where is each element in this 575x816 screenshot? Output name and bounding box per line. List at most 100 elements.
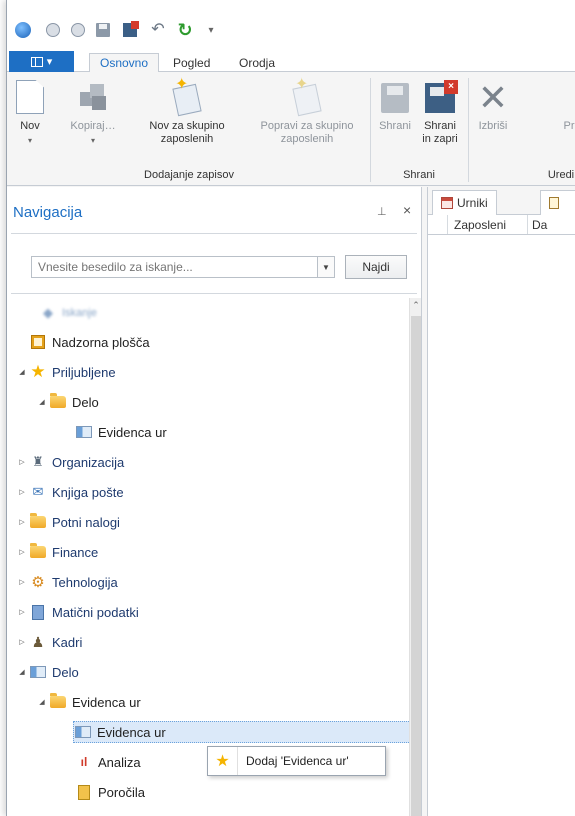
collapse-arrow-icon[interactable]: ◢ <box>37 698 47 706</box>
expand-arrow-icon[interactable]: ▷ <box>17 518 27 526</box>
file-menu-button[interactable]: ▾ <box>9 51 74 72</box>
tree-item-delo[interactable]: ◢ Delo <box>17 661 79 683</box>
group-separator <box>468 78 469 182</box>
delete-x-icon: ✕ <box>477 77 509 118</box>
expand-arrow-icon[interactable]: ▷ <box>17 488 27 496</box>
tree-item-label: Potni nalogi <box>52 514 120 530</box>
delete-button-label: Izbriši <box>478 120 508 132</box>
tree-item-evidenca-selected[interactable]: Evidenca ur <box>73 721 413 743</box>
cut-off-button[interactable]: Pr <box>557 80 575 133</box>
forward-icon[interactable] <box>68 20 88 40</box>
person-icon: ♟ <box>31 633 45 650</box>
tree-item-potni-nalogi[interactable]: ▷ Potni nalogi <box>17 511 120 533</box>
tree-item-label: Knjiga pošte <box>52 484 124 500</box>
search-button[interactable]: Najdi <box>345 255 407 279</box>
navigation-tree: ◆ Iskanje Nadzorna plošča ◢ ★ Priljublje… <box>11 298 413 816</box>
fix-for-group-button[interactable]: ✦ Popravi za skupino zaposlenih <box>249 77 365 146</box>
expand-arrow-icon[interactable]: ▷ <box>17 638 27 646</box>
chevron-up-icon[interactable]: ⌃ <box>410 300 422 312</box>
save-close-icon[interactable] <box>120 20 140 40</box>
back-icon[interactable] <box>43 20 63 40</box>
tree-item-porocila[interactable]: Poročila <box>75 781 145 803</box>
tree-item-label: Evidenca ur <box>72 694 141 710</box>
tree-item-analiza[interactable]: ıl Analiza <box>75 751 141 773</box>
save-button-label: Shrani <box>379 120 411 132</box>
tree-item-favorites-delo[interactable]: ◢ Delo <box>37 391 99 413</box>
calendar-icon <box>441 197 453 209</box>
pin-icon[interactable]: ⊥ <box>377 205 387 218</box>
tab-orodja[interactable]: Orodja <box>229 53 285 73</box>
tree-item-dashboard[interactable]: Nadzorna plošča <box>17 331 150 353</box>
work-icon <box>30 666 46 678</box>
menu-grid-icon <box>30 56 43 67</box>
expand-arrow-icon[interactable]: ▷ <box>17 578 27 586</box>
divider <box>11 293 417 294</box>
divider <box>11 233 417 234</box>
refresh-icon[interactable]: ↻ <box>175 20 195 40</box>
tree-item-favorites-evidenca[interactable]: Evidenca ur <box>75 421 167 443</box>
column-header-da[interactable]: Da <box>528 215 547 234</box>
tab-label: Urniki <box>457 196 488 210</box>
cut-off-button-label: Pr <box>563 120 575 132</box>
tree-item-maticni-podatki[interactable]: ▷ Matični podatki <box>17 601 139 623</box>
add-to-favorites-menu[interactable]: ★ Dodaj 'Evidenca ur' <box>207 746 386 776</box>
tree-item-label: Evidenca ur <box>97 724 166 740</box>
collapse-arrow-icon[interactable]: ◢ <box>37 398 47 406</box>
tree-item-kadri[interactable]: ▷ ♟ Kadri <box>17 631 82 653</box>
tree-item-finance[interactable]: ▷ Finance <box>17 541 98 563</box>
customize-toolbar-icon[interactable]: ▾ <box>201 20 221 40</box>
add-to-favorites-label: Dodaj 'Evidenca ur' <box>246 754 349 768</box>
save-icon[interactable] <box>93 20 113 40</box>
tree-item-delo-evidenca[interactable]: ◢ Evidenca ur <box>37 691 141 713</box>
expand-arrow-icon[interactable]: ▷ <box>17 548 27 556</box>
tree-item-tehnologija[interactable]: ▷ ⚙ Tehnologija <box>17 571 118 593</box>
tree-item-label: Delo <box>52 664 79 680</box>
star-icon: ★ <box>30 362 46 381</box>
expand-arrow-icon[interactable]: ▷ <box>17 458 27 466</box>
tree-item-organizacija[interactable]: ▷ ♜ Organizacija <box>17 451 124 473</box>
folder-icon <box>50 393 66 408</box>
new-for-group-label-2: zaposlenih <box>160 133 214 145</box>
tab-urniki[interactable]: Urniki <box>432 190 497 215</box>
new-button[interactable]: Nov ▾ <box>13 80 47 147</box>
delete-button[interactable]: ✕ Izbriši <box>473 80 513 133</box>
ribbon-tab-bar: ▾ Osnovno Pogled Orodja <box>7 50 575 73</box>
search-dropdown-button[interactable]: ▼ <box>317 256 335 278</box>
new-for-group-label-1: Nov za skupino <box>149 120 225 132</box>
save-icon <box>381 83 409 113</box>
tree-item-knjiga-poste[interactable]: ▷ ✉ Knjiga pošte <box>17 481 124 503</box>
scrollbar-thumb[interactable] <box>411 316 421 816</box>
group-label-uredi: Uredi <box>547 169 575 181</box>
tab-pogled[interactable]: Pogled <box>163 53 220 73</box>
dropdown-arrow-icon: ▾ <box>46 56 53 68</box>
save-button[interactable]: Shrani <box>377 80 413 133</box>
collapse-arrow-icon[interactable]: ◢ <box>17 368 27 376</box>
navigation-title: Navigacija <box>13 204 83 221</box>
copy-button[interactable]: Kopiraj… ▾ <box>63 80 123 147</box>
time-record-icon <box>76 426 92 438</box>
tree-item-label: Matični podatki <box>52 604 139 620</box>
chevron-down-icon: ▾ <box>27 136 32 145</box>
tab-second[interactable] <box>540 190 575 215</box>
tree-item-label: Priljubljene <box>52 364 116 380</box>
search-input[interactable] <box>31 256 320 278</box>
report-icon <box>78 784 90 800</box>
tree-item-label: Poročila <box>98 784 145 800</box>
organization-icon: ♜ <box>32 454 44 469</box>
scrollbar[interactable]: ⌃ <box>409 298 421 816</box>
new-for-group-button[interactable]: ✦ Nov za skupino zaposlenih <box>137 77 237 146</box>
folder-icon <box>30 513 46 528</box>
collapse-arrow-icon[interactable]: ◢ <box>17 668 27 676</box>
expand-arrow-icon[interactable]: ▷ <box>17 608 27 616</box>
column-header-zaposleni[interactable]: Zaposleni <box>448 215 528 234</box>
tree-item-favorites[interactable]: ◢ ★ Priljubljene <box>17 361 116 383</box>
app-orb-icon[interactable] <box>13 20 33 40</box>
tree-item-blurred[interactable]: ◆ Iskanje <box>39 302 97 324</box>
tree-item-label: Organizacija <box>52 454 125 470</box>
close-icon[interactable]: × <box>403 202 411 218</box>
undo-icon[interactable]: ↶ <box>148 20 168 40</box>
save-and-close-button[interactable]: × Shrani in zapri <box>419 80 461 146</box>
group-separator <box>370 78 371 182</box>
tab-osnovno[interactable]: Osnovno <box>89 53 160 73</box>
tree-item-label: Tehnologija <box>52 574 118 590</box>
